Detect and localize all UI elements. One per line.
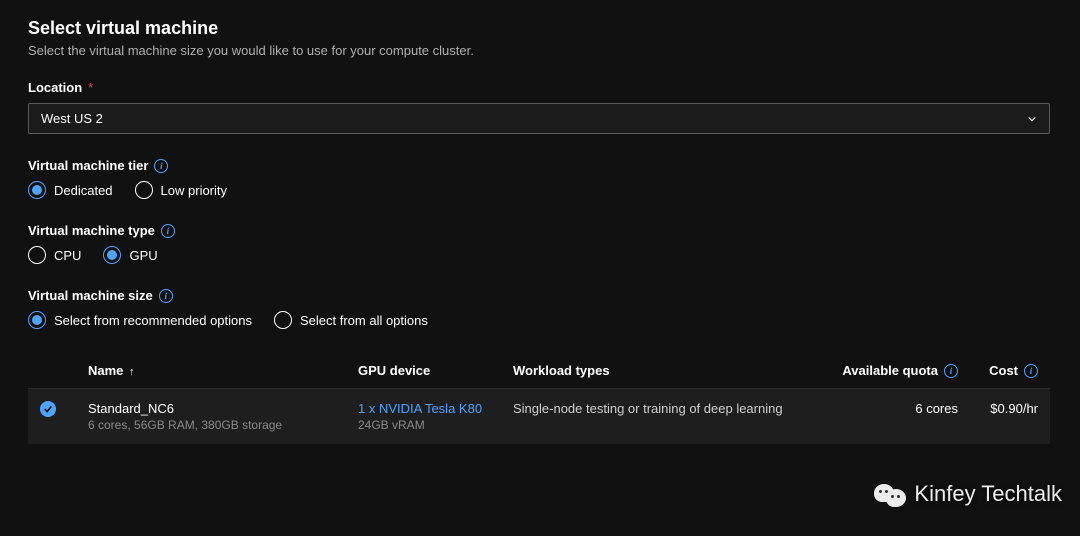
row-quota-cell: 6 cores [803,401,958,416]
radio-label: Low priority [161,183,227,198]
watermark-text: Kinfey Techtalk [914,481,1062,507]
col-header-workload[interactable]: Workload types [513,363,803,378]
vm-name: Standard_NC6 [88,401,358,416]
radio-circle-icon [103,246,121,264]
location-label: Location * [28,80,1052,95]
info-icon[interactable]: i [161,224,175,238]
radio-circle-icon [135,181,153,199]
vm-specs: 6 cores, 56GB RAM, 380GB storage [88,418,358,432]
quota-value: 6 cores [915,401,958,416]
radio-label: GPU [129,248,157,263]
size-section: Virtual machine size i Select from recom… [28,288,1052,329]
type-section: Virtual machine type i CPU GPU [28,223,1052,264]
page-title: Select virtual machine [28,18,1052,39]
radio-cpu[interactable]: CPU [28,246,81,264]
cost-value: $0.90/hr [990,401,1038,416]
radio-label: Select from recommended options [54,313,252,328]
table-header-row: Name ↑ GPU device Workload types Availab… [28,353,1050,389]
row-name-cell: Standard_NC6 6 cores, 56GB RAM, 380GB st… [88,401,358,432]
location-value: West US 2 [41,111,103,126]
radio-gpu[interactable]: GPU [103,246,157,264]
col-header-name[interactable]: Name ↑ [88,363,358,378]
vm-size-table: Name ↑ GPU device Workload types Availab… [28,353,1050,444]
radio-circle-icon [28,246,46,264]
radio-label: CPU [54,248,81,263]
sort-ascending-icon: ↑ [129,366,135,378]
radio-circle-icon [28,181,46,199]
info-icon[interactable]: i [154,159,168,173]
info-icon[interactable]: i [944,364,958,378]
radio-dedicated[interactable]: Dedicated [28,181,113,199]
tier-radio-group: Dedicated Low priority [28,181,1052,199]
type-label-text: Virtual machine type [28,223,155,238]
size-label: Virtual machine size i [28,288,1052,303]
page-subtitle: Select the virtual machine size you woul… [28,43,1052,58]
row-gpu-cell: 1 x NVIDIA Tesla K80 24GB vRAM [358,401,513,432]
size-radio-group: Select from recommended options Select f… [28,311,1052,329]
col-header-cost[interactable]: Cost i [958,363,1038,378]
header-quota-text: Available quota [842,363,938,378]
type-label: Virtual machine type i [28,223,1052,238]
radio-label: Select from all options [300,313,428,328]
row-workload-cell: Single-node testing or training of deep … [513,401,803,416]
header-name-text: Name [88,363,123,378]
radio-all[interactable]: Select from all options [274,311,428,329]
location-label-text: Location [28,80,82,95]
row-cost-cell: $0.90/hr [958,401,1038,416]
info-icon[interactable]: i [159,289,173,303]
radio-low-priority[interactable]: Low priority [135,181,227,199]
col-header-select [40,363,88,378]
location-section: Location * West US 2 [28,80,1052,134]
row-selected-cell [40,401,88,417]
radio-circle-icon [274,311,292,329]
header-cost-text: Cost [989,363,1018,378]
workload-text: Single-node testing or training of deep … [513,401,803,416]
type-radio-group: CPU GPU [28,246,1052,264]
location-select[interactable]: West US 2 [28,103,1050,134]
gpu-device-link[interactable]: 1 x NVIDIA Tesla K80 [358,401,513,416]
radio-recommended[interactable]: Select from recommended options [28,311,252,329]
chevron-down-icon [1027,114,1037,124]
tier-section: Virtual machine tier i Dedicated Low pri… [28,158,1052,199]
table-row[interactable]: Standard_NC6 6 cores, 56GB RAM, 380GB st… [28,389,1050,444]
col-header-gpu[interactable]: GPU device [358,363,513,378]
radio-label: Dedicated [54,183,113,198]
gpu-vram: 24GB vRAM [358,418,513,432]
radio-circle-icon [28,311,46,329]
watermark: Kinfey Techtalk [874,480,1062,508]
info-icon[interactable]: i [1024,364,1038,378]
tier-label-text: Virtual machine tier [28,158,148,173]
selected-check-icon [40,401,56,417]
size-label-text: Virtual machine size [28,288,153,303]
required-indicator: * [88,80,93,95]
wechat-icon [874,480,908,508]
col-header-quota[interactable]: Available quota i [803,363,958,378]
tier-label: Virtual machine tier i [28,158,1052,173]
